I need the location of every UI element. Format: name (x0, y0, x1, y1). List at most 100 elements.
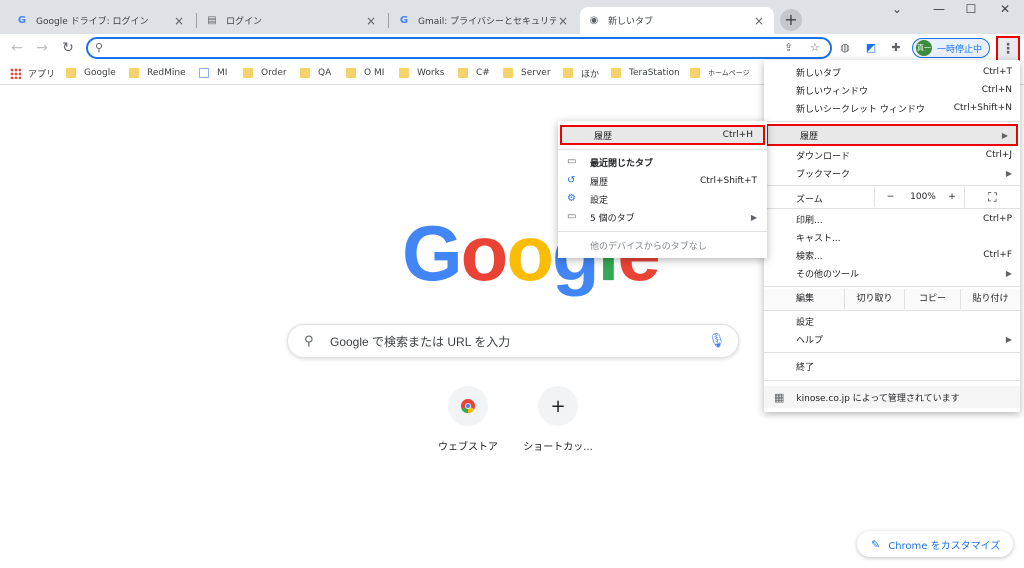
chevron-right-icon: ▶ (1005, 334, 1012, 344)
tab-new-tab[interactable]: ◉ 新しいタブ × (580, 7, 774, 34)
close-icon[interactable]: × (752, 14, 766, 28)
maximize-icon[interactable]: ☐ (956, 2, 986, 16)
bookmark-csharp[interactable]: C# (458, 66, 490, 80)
bookmark-homepage[interactable]: ホームページ (690, 66, 750, 80)
page-icon (199, 68, 209, 78)
bookmark-apps[interactable]: アプリ (10, 66, 55, 80)
menu-cast[interactable]: キャスト... (764, 228, 1020, 246)
window-icon: ▭ (567, 156, 577, 167)
avatar: 真一 (916, 40, 932, 56)
submenu-no-other-devices: 他のデバイスからのタブなし (590, 241, 707, 252)
tab-divider (388, 13, 389, 28)
address-bar[interactable]: ⚲ ⇪ ☆ (86, 37, 832, 59)
menu-divider (764, 352, 1020, 353)
bookmark-terastation[interactable]: TeraStation (611, 66, 680, 80)
folder-icon (611, 68, 621, 78)
folder-icon (458, 68, 468, 78)
submenu-recently-closed: ▭ 最近閉じたタブ (567, 156, 654, 169)
forward-icon[interactable]: → (33, 39, 51, 57)
fullscreen-icon[interactable]: ⛶ (964, 187, 1020, 207)
bookmark-mi[interactable]: MI (199, 66, 227, 80)
search-icon: ⚲ (304, 334, 314, 349)
bookmark-order[interactable]: Order (243, 66, 287, 80)
submenu-history[interactable]: 履歴 Ctrl+H (560, 125, 765, 145)
chrome-menu-button[interactable]: ⋮ (996, 36, 1020, 62)
paste-button[interactable]: 貼り付け (960, 289, 1020, 309)
address-input[interactable] (112, 41, 762, 55)
menu-divider (764, 310, 1020, 311)
back-icon[interactable]: ← (8, 39, 26, 57)
chrome-webstore-icon (448, 386, 488, 426)
building-icon: ▦ (774, 390, 785, 404)
menu-print[interactable]: 印刷... Ctrl+P (764, 210, 1020, 228)
bookmark-redmine[interactable]: RedMine (129, 66, 186, 80)
folder-icon (243, 68, 253, 78)
plus-icon: + (538, 386, 578, 426)
tab-login[interactable]: ▤ ログイン × (198, 7, 386, 34)
submenu-five-tabs[interactable]: ▭ 5 個のタブ ▶ (558, 208, 767, 226)
customize-chrome-button[interactable]: ✎ Chrome をカスタマイズ (857, 531, 1013, 557)
close-icon[interactable]: × (556, 14, 570, 28)
microphone-icon[interactable]: 🎙 (708, 333, 726, 349)
folder-icon (346, 68, 356, 78)
menu-downloads[interactable]: ダウンロード Ctrl+J (764, 146, 1020, 164)
close-icon[interactable]: × (172, 14, 186, 28)
bookmark-star-icon[interactable]: ☆ (810, 41, 820, 54)
menu-divider (764, 380, 1020, 381)
menu-bookmarks[interactable]: ブックマーク ▶ (764, 164, 1020, 182)
share-icon[interactable]: ⇪ (784, 41, 793, 54)
bookmark-omi[interactable]: O MI (346, 66, 384, 80)
search-icon: ⚲ (95, 41, 104, 54)
menu-history[interactable]: 履歴 ▶ (766, 124, 1018, 146)
search-input[interactable] (330, 334, 690, 350)
folder-icon (66, 68, 76, 78)
menu-settings[interactable]: 設定 (764, 312, 1020, 330)
menu-incognito[interactable]: 新しいシークレット ウィンドウ Ctrl+Shift+N (764, 99, 1020, 117)
history-icon: ↺ (567, 175, 576, 186)
puzzle-icon[interactable]: ✚ (887, 39, 905, 57)
submenu-settings[interactable]: ⚙ 設定 (558, 190, 767, 208)
chrome-icon: ◉ (589, 15, 599, 26)
zoom-out-button[interactable]: − (874, 187, 906, 207)
close-window-icon[interactable]: ✕ (990, 2, 1020, 16)
menu-new-window[interactable]: 新しいウィンドウ Ctrl+N (764, 81, 1020, 99)
zoom-value: 100% (910, 192, 936, 202)
chevron-right-icon: ▶ (1001, 130, 1008, 140)
reload-icon[interactable]: ↻ (59, 39, 77, 57)
menu-divider (764, 185, 1020, 186)
submenu-history-item[interactable]: ↺ 履歴 Ctrl+Shift+T (558, 172, 767, 190)
tab-gmail[interactable]: G Gmail: プライバシーとセキュリティを保護 × (390, 7, 578, 34)
new-tab-button[interactable]: + (780, 9, 802, 31)
tab-search-icon[interactable]: ⌄ (882, 2, 912, 16)
cut-button[interactable]: 切り取り (844, 289, 904, 309)
minimize-icon[interactable]: — (924, 2, 954, 16)
zoom-in-button[interactable]: + (940, 187, 964, 207)
bookmark-google[interactable]: Google (66, 66, 116, 80)
close-icon[interactable]: × (364, 14, 378, 28)
menu-more-tools[interactable]: その他のツール ▶ (764, 264, 1020, 282)
menu-exit[interactable]: 終了 (764, 357, 1020, 375)
menu-new-tab[interactable]: 新しいタブ Ctrl+T (764, 63, 1020, 81)
extension-pencil-icon[interactable]: ◩ (862, 39, 880, 57)
submenu-divider (558, 149, 767, 150)
shortcut-add[interactable]: + ショートカッ... (518, 386, 598, 453)
shortcut-label: ウェブストア (438, 442, 498, 453)
bookmark-works[interactable]: Works (399, 66, 444, 80)
bookmark-hoka[interactable]: ほか (563, 66, 599, 80)
toolbar: ← → ↻ ⚲ ⇪ ☆ ◍ ◩ ✚ 真一 一時停止中 ⋮ (0, 34, 1024, 62)
google-search-box[interactable]: ⚲ 🎙 (287, 324, 739, 358)
shortcut-webstore[interactable]: ウェブストア (428, 386, 508, 453)
tab-google-drive[interactable]: G Google ドライブ: ログイン × (8, 7, 194, 34)
copy-button[interactable]: コピー (904, 289, 960, 309)
tab-label: Gmail: プライバシーとセキュリティを保護 (418, 17, 556, 27)
profile-button[interactable]: 真一 一時停止中 (912, 38, 990, 58)
bookmark-server[interactable]: Server (503, 66, 551, 80)
tab-divider (196, 13, 197, 28)
tab-label: Google ドライブ: ログイン (36, 17, 149, 27)
managed-notice[interactable]: ▦ kinose.co.jp によって管理されています (764, 386, 1020, 408)
menu-find[interactable]: 検索... Ctrl+F (764, 246, 1020, 264)
gear-icon: ⚙ (567, 193, 576, 204)
menu-help[interactable]: ヘルプ ▶ (764, 330, 1020, 348)
extension-icon[interactable]: ◍ (836, 39, 854, 57)
bookmark-qa[interactable]: QA (300, 66, 331, 80)
